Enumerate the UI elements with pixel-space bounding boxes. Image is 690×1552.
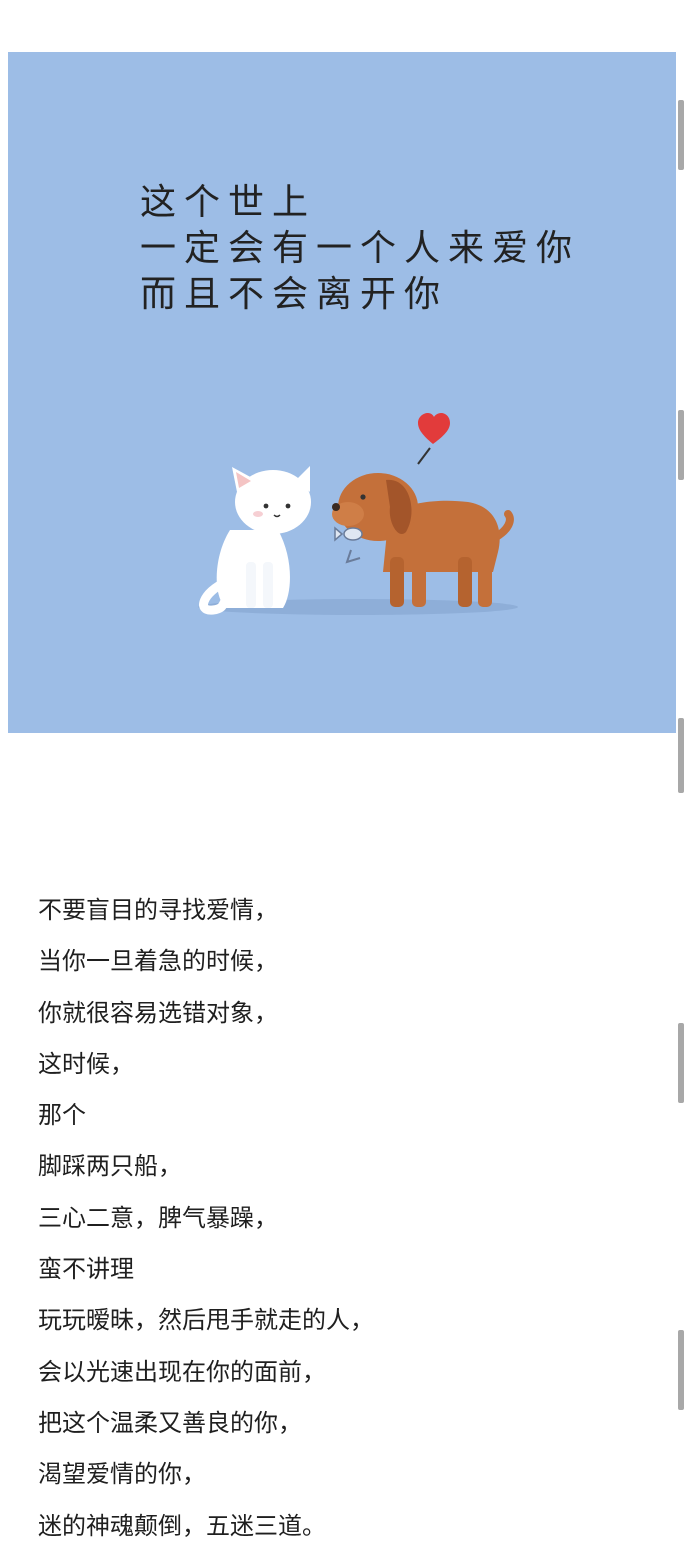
poem-line: 把这个温柔又善良的你， — [38, 1408, 302, 1437]
poem-line: 会以光速出现在你的面前， — [38, 1357, 326, 1386]
scroll-mark-4 — [678, 1023, 684, 1103]
poem-line: 你就很容易选错对象， — [38, 998, 278, 1027]
heart-icon — [417, 413, 450, 465]
poem-line: 渴望爱情的你， — [38, 1460, 206, 1489]
poem-line: 那个 — [38, 1101, 86, 1130]
poem-line: 蛮不讲理 — [38, 1255, 134, 1284]
caption-line-2: 一定会有一个人来爱你 — [140, 228, 580, 269]
caption-line-1: 这个世上 — [140, 182, 316, 223]
poem-line: 这时候， — [38, 1049, 134, 1078]
illustration-image: 这个世上 一定会有一个人来爱你 而且不会离开你 — [8, 52, 676, 733]
illustration-svg: 这个世上 一定会有一个人来爱你 而且不会离开你 — [140, 182, 580, 615]
cat-illustration — [199, 466, 311, 615]
poem-line: 当你一旦着急的时候， — [38, 947, 278, 976]
poem-line: 不要盲目的寻找爱情， — [38, 896, 278, 924]
poem-line: 玩玩暧昧，然后甩手就走的人， — [38, 1306, 374, 1335]
scroll-mark-2 — [678, 410, 684, 480]
fish-icon — [334, 526, 363, 564]
caption-line-3: 而且不会离开你 — [140, 274, 448, 315]
poem-line: 迷的神魂颠倒，五迷三道。 — [38, 1511, 326, 1540]
dog-illustration — [332, 473, 514, 607]
scroll-mark-5 — [678, 1330, 684, 1410]
poem-line: 脚踩两只船， — [38, 1152, 182, 1181]
scroll-mark-1 — [678, 100, 684, 170]
poem-text: 不要盲目的寻找爱情， 当你一旦着急的时候， 你就很容易选错对象， 这时候， 那个… — [38, 885, 658, 1552]
scroll-mark-3 — [678, 718, 684, 793]
poem-line: 三心二意，脾气暴躁， — [38, 1203, 278, 1232]
